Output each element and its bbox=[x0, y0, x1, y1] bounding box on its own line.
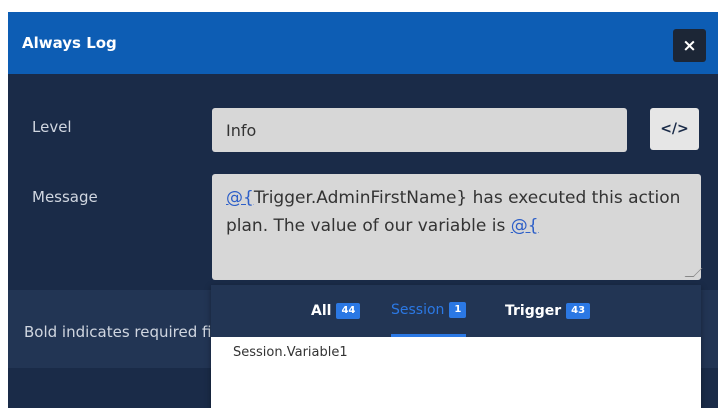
message-text: Trigger.AdminFirstName} has executed thi… bbox=[226, 188, 681, 236]
level-select[interactable]: Info bbox=[212, 108, 627, 152]
message-token-open: @{ bbox=[510, 216, 539, 236]
tab-session[interactable]: Session 1 bbox=[391, 285, 467, 337]
dialog-title: Always Log bbox=[22, 34, 117, 52]
message-token-trigger: @{ bbox=[226, 188, 254, 208]
close-button[interactable]: × bbox=[673, 29, 706, 62]
tab-all-label: All bbox=[311, 303, 332, 319]
suggestion-item[interactable]: Session.Variable1 bbox=[233, 345, 348, 360]
resize-handle-icon[interactable] bbox=[684, 268, 703, 277]
message-textarea[interactable]: @{Trigger.AdminFirstName} has executed t… bbox=[212, 174, 703, 280]
tab-trigger-label: Trigger bbox=[505, 303, 562, 319]
required-fields-note: Bold indicates required fields bbox=[24, 323, 214, 341]
code-toggle-button[interactable]: </> bbox=[650, 108, 699, 150]
level-label: Level bbox=[32, 118, 72, 136]
tab-session-label: Session bbox=[391, 301, 445, 318]
close-icon: × bbox=[682, 35, 697, 56]
tab-trigger[interactable]: Trigger 43 bbox=[505, 285, 591, 337]
dialog-title-bar: Always Log × bbox=[8, 12, 718, 74]
tab-session-count-badge: 1 bbox=[449, 301, 467, 318]
code-icon: </> bbox=[660, 121, 689, 137]
tab-trigger-count-badge: 43 bbox=[566, 303, 591, 319]
autocomplete-popup: All 44 Session 1 Trigger 43 Session.Vari… bbox=[211, 285, 701, 408]
autocomplete-tabs: All 44 Session 1 Trigger 43 bbox=[211, 285, 701, 337]
tab-all[interactable]: All 44 bbox=[311, 285, 361, 337]
tab-all-count-badge: 44 bbox=[336, 303, 361, 319]
message-label: Message bbox=[32, 188, 98, 206]
level-value: Info bbox=[226, 120, 257, 140]
